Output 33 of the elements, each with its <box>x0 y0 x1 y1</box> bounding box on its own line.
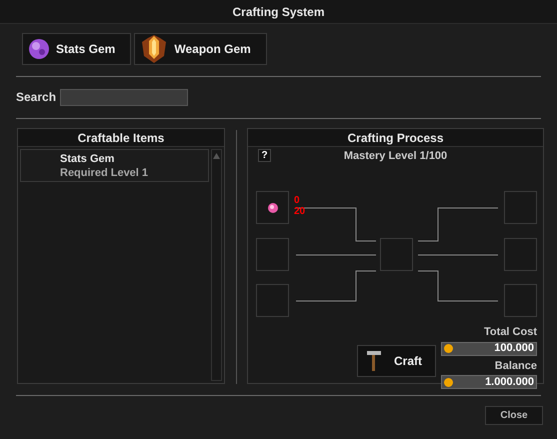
coin-icon <box>444 344 453 353</box>
balance-label: Balance <box>494 358 537 374</box>
item-name: Stats Gem <box>60 152 116 166</box>
window-title: Crafting System <box>232 4 325 20</box>
output-slot[interactable] <box>504 191 537 224</box>
item-requirement: Required Level 1 <box>60 166 150 180</box>
required-count: 20 <box>294 206 306 217</box>
help-button[interactable]: ? <box>258 149 271 162</box>
panel-title: Craftable Items <box>78 130 164 146</box>
search-label: Search <box>16 89 56 106</box>
material-slot[interactable] <box>256 191 289 224</box>
total-cost: 100.000 <box>494 341 534 356</box>
total-cost-label: Total Cost <box>484 325 537 340</box>
coin-icon <box>444 378 453 386</box>
close-button[interactable]: Close <box>485 406 543 425</box>
search-field[interactable] <box>60 88 188 106</box>
output-slot[interactable] <box>504 238 537 271</box>
craft-button[interactable]: Craft <box>357 345 436 377</box>
gem-icon <box>268 202 278 212</box>
mastery-level: Mastery Level 1/100 <box>344 149 448 164</box>
item-row[interactable]: Stats Gem Required Level 1 <box>20 149 209 182</box>
result-slot[interactable] <box>380 238 413 271</box>
owned-count: 0 <box>294 195 301 206</box>
panel-title: Crafting Process <box>347 130 444 146</box>
balance: 1.000.000 <box>485 374 534 390</box>
output-slot[interactable] <box>504 284 537 317</box>
tab[interactable]: Stats Gem <box>22 33 132 65</box>
scroll-up-icon[interactable] <box>213 153 220 159</box>
orb-icon <box>28 38 50 60</box>
crest-icon <box>140 34 168 64</box>
hammer-icon <box>366 350 382 372</box>
scrollbar[interactable] <box>211 149 222 381</box>
tab[interactable]: Weapon Gem <box>134 33 267 65</box>
